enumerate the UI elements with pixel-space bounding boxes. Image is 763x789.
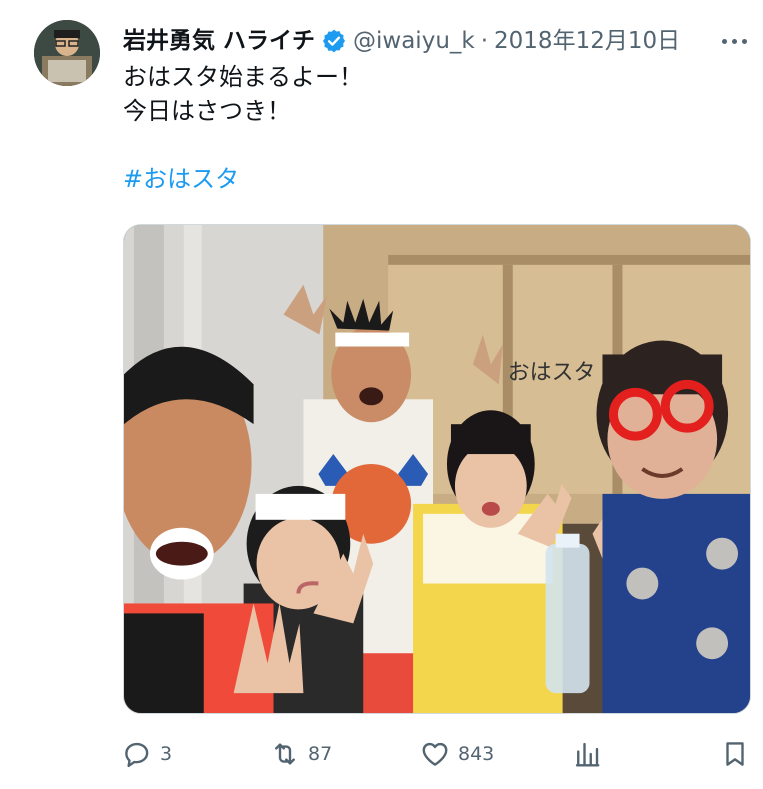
tweet-text: おはスタ始まるよー！ 今日はさつき！ #おはスタ — [123, 60, 723, 196]
more-dot — [741, 38, 747, 44]
reply-button[interactable]: 3 — [122, 728, 172, 780]
heart-icon — [420, 739, 450, 769]
more-dot — [721, 38, 727, 44]
verified-badge-icon — [321, 28, 347, 54]
like-count: 843 — [458, 743, 495, 765]
retweet-icon — [270, 739, 300, 769]
more-options-button[interactable] — [714, 24, 754, 58]
tweet-line-1: おはスタ始まるよー！ — [123, 63, 363, 91]
photo-scene: おはスタ — [124, 225, 750, 713]
reply-icon — [122, 739, 152, 769]
retweet-count: 87 — [308, 743, 333, 765]
author-handle[interactable]: @iwaiyu_k — [353, 24, 475, 58]
reply-count: 3 — [160, 743, 173, 765]
author-display-name[interactable]: 岩井勇気 ハライチ — [123, 24, 315, 58]
tweet-header: 岩井勇気 ハライチ @iwaiyu_k · 2018年12月10日 — [123, 24, 680, 58]
views-icon — [572, 739, 602, 769]
tweet-line-2: 今日はさつき！ — [123, 97, 291, 125]
tweet-photo[interactable]: おはスタ — [123, 224, 751, 714]
action-bar: 3 87 843 — [0, 728, 763, 780]
avatar-image — [34, 20, 100, 86]
more-dot — [731, 38, 737, 44]
tweet-date[interactable]: 2018年12月10日 — [494, 24, 680, 58]
bookmark-icon — [720, 739, 750, 769]
avatar[interactable] — [34, 20, 100, 86]
views-button[interactable] — [572, 728, 602, 780]
bookmark-button[interactable] — [720, 728, 750, 780]
hashtag-link[interactable]: #おはスタ — [123, 165, 239, 193]
box-sign-text: おはスタ — [508, 360, 596, 385]
like-button[interactable]: 843 — [420, 728, 494, 780]
separator-dot: · — [480, 28, 489, 54]
retweet-button[interactable]: 87 — [270, 728, 332, 780]
